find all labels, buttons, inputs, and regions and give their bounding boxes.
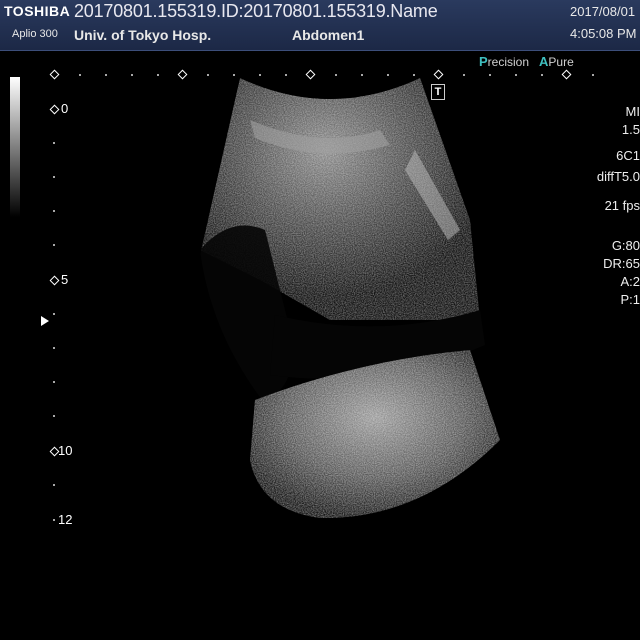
p-value: P:1 <box>620 292 640 307</box>
imaging-mode: diffT5.0 <box>596 169 640 184</box>
lateral-minor-tick <box>157 74 159 76</box>
lateral-minor-tick <box>207 74 209 76</box>
depth-major-tick <box>49 275 60 286</box>
lateral-minor-tick <box>335 74 337 76</box>
depth-minor-tick <box>53 313 55 315</box>
lateral-minor-tick <box>387 74 389 76</box>
lateral-major-tick <box>177 69 188 80</box>
lateral-minor-tick <box>592 74 594 76</box>
lateral-minor-tick <box>515 74 517 76</box>
t-marker: T <box>431 84 445 100</box>
depth-label-12: 12 <box>58 512 73 527</box>
depth-scale: 0 5 10 12 <box>0 0 80 640</box>
depth-minor-tick <box>53 381 55 383</box>
depth-minor-tick <box>53 244 55 246</box>
mi-value: 1.5 <box>621 122 640 137</box>
lateral-minor-tick <box>541 74 543 76</box>
a-value: A:2 <box>620 274 640 289</box>
gain-value: G:80 <box>611 238 640 253</box>
lateral-minor-tick <box>105 74 107 76</box>
depth-minor-tick <box>53 347 55 349</box>
lateral-minor-tick <box>285 74 287 76</box>
depth-minor-tick <box>53 519 55 521</box>
ultrasound-image <box>200 78 500 519</box>
lateral-minor-tick <box>259 74 261 76</box>
depth-minor-tick <box>53 415 55 417</box>
focus-marker[interactable] <box>41 316 49 326</box>
precision-indicator: Precision <box>479 54 530 69</box>
depth-label-0: 0 <box>61 101 69 116</box>
depth-label-5: 5 <box>61 272 69 287</box>
dynamic-range-value: DR:65 <box>603 256 640 271</box>
depth-label-10: 10 <box>58 443 73 458</box>
depth-minor-tick <box>53 210 55 212</box>
depth-minor-tick <box>53 484 55 486</box>
apure-indicator: APure <box>539 54 574 69</box>
lateral-major-tick <box>561 69 572 80</box>
lateral-minor-tick <box>489 74 491 76</box>
lateral-scale <box>0 68 640 82</box>
mi-label: MI <box>625 104 640 119</box>
probe-name: 6C1 <box>616 148 640 163</box>
lateral-minor-tick <box>361 74 363 76</box>
lateral-minor-tick <box>463 74 465 76</box>
lateral-major-tick <box>305 69 316 80</box>
depth-major-tick <box>49 104 60 115</box>
lateral-minor-tick <box>413 74 415 76</box>
frame-rate: 21 fps <box>604 198 640 213</box>
lateral-major-tick <box>433 69 444 80</box>
lateral-minor-tick <box>131 74 133 76</box>
depth-minor-tick <box>53 176 55 178</box>
depth-minor-tick <box>53 142 55 144</box>
lateral-minor-tick <box>233 74 235 76</box>
